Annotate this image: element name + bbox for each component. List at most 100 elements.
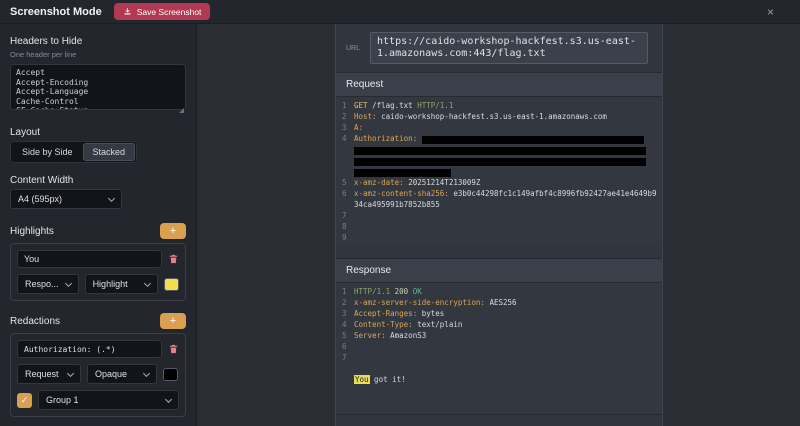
code-line [336, 363, 662, 374]
highlight-style-select[interactable]: Highlight [85, 274, 158, 294]
highlight-style-value: Highlight [93, 279, 128, 289]
line-number [336, 166, 354, 177]
highlight-color-swatch[interactable] [164, 278, 179, 291]
line-content: HTTP/1.1 200 OK [354, 286, 662, 297]
add-redaction-button[interactable]: + [160, 313, 186, 329]
line-content: x-amz-content-sha256: e3b0c44298fc1c149a… [354, 188, 662, 210]
line-number: 9 [336, 232, 354, 243]
redaction-style-select[interactable]: Opaque [87, 364, 157, 384]
code-token: Server: [354, 331, 390, 340]
code-token: 200 [395, 287, 413, 296]
line-content [354, 363, 662, 374]
code-token: Authorization: [354, 134, 422, 143]
line-number: 6 [336, 341, 354, 352]
code-token: x-amz-date: [354, 178, 408, 187]
page-title: Screenshot Mode [10, 6, 102, 18]
line-number: 3 [336, 308, 354, 319]
code-token: caido-workshop-hackfest.s3.us-east-1.ama… [381, 112, 607, 121]
line-content [354, 210, 662, 221]
line-content: x-amz-server-side-encryption: AES256 [354, 297, 662, 308]
screenshot-preview-area: URL https://caido-workshop-hackfest.s3.u… [197, 24, 800, 426]
request-section-header: Request [336, 72, 662, 97]
line-content: Host: caido-workshop-hackfest.s3.us-east… [354, 111, 662, 122]
chevron-down-icon [143, 369, 150, 376]
code-line [336, 166, 662, 177]
redaction-target-select[interactable]: Request [17, 364, 81, 384]
redaction-target-value: Request [25, 369, 59, 379]
redaction-style-value: Opaque [95, 369, 127, 379]
url-value: https://caido-workshop-hackfest.s3.us-ea… [370, 32, 648, 64]
line-content [354, 352, 662, 363]
save-screenshot-button[interactable]: Save Screenshot [114, 3, 211, 20]
code-line: 5x-amz-date: 20251214T213009Z [336, 177, 662, 188]
code-line: 1GET /flag.txt HTTP/1.1 [336, 100, 662, 111]
code-line [336, 144, 662, 155]
line-number [336, 144, 354, 155]
delete-redaction-icon[interactable] [168, 343, 179, 355]
code-token: AES256 [489, 298, 516, 307]
code-token: Content-Type: [354, 320, 417, 329]
request-code-block: 1GET /flag.txt HTTP/1.12Host: caido-work… [336, 97, 662, 246]
response-code-block: 1HTTP/1.1 200 OK2x-amz-server-side-encry… [336, 283, 662, 414]
topbar: Screenshot Mode Save Screenshot × [0, 0, 800, 24]
chevron-down-icon [67, 369, 74, 376]
line-content: GET /flag.txt HTTP/1.1 [354, 100, 662, 111]
code-token: Accept-Ranges: [354, 309, 422, 318]
code-line: 3Accept-Ranges: bytes [336, 308, 662, 319]
highlight-text-input[interactable] [17, 250, 162, 268]
response-section-header: Response [336, 258, 662, 283]
redaction-group-select[interactable]: Group 1 [38, 390, 179, 410]
code-token: Host: [354, 112, 381, 121]
content-width-label: Content Width [10, 175, 186, 186]
highlight-target-value: Respo... [25, 279, 59, 289]
line-content [354, 155, 662, 166]
code-line: 4Content-Type: text/plain [336, 319, 662, 330]
line-content [354, 144, 662, 155]
redaction-item-card: Request Opaque ✓ Group 1 [10, 333, 186, 417]
redaction-block [422, 136, 644, 144]
code-token: bytes [422, 309, 445, 318]
code-line: 6x-amz-content-sha256: e3b0c44298fc1c149… [336, 188, 662, 210]
highlight-target-select[interactable]: Respo... [17, 274, 79, 294]
settings-sidebar: Headers to Hide One header per line Acce… [0, 24, 197, 426]
code-line: 7 [336, 352, 662, 363]
redaction-pattern-input[interactable] [17, 340, 162, 358]
redaction-block [354, 147, 646, 155]
code-token: text/plain [417, 320, 462, 329]
line-content: A: [354, 122, 662, 133]
layout-segmented-control: Side by Side Stacked [10, 141, 137, 163]
line-number: 8 [336, 221, 354, 232]
chevron-down-icon [144, 279, 151, 286]
delete-highlight-icon[interactable] [168, 253, 179, 265]
save-screenshot-label: Save Screenshot [137, 7, 202, 17]
group-checkbox[interactable]: ✓ [17, 393, 32, 408]
chevron-down-icon [65, 279, 72, 286]
layout-option-side-by-side[interactable]: Side by Side [12, 143, 83, 161]
add-highlight-button[interactable]: + [160, 223, 186, 239]
line-number: 2 [336, 297, 354, 308]
line-content: You got it! [354, 374, 662, 385]
layout-option-stacked[interactable]: Stacked [83, 143, 136, 161]
headers-to-hide-label: Headers to Hide [10, 36, 186, 47]
chevron-down-icon [108, 194, 115, 201]
code-line: 3A: [336, 122, 662, 133]
code-token: HTTP/1.1 [354, 287, 395, 296]
content-width-select[interactable]: A4 (595px) [10, 189, 122, 209]
line-number [336, 155, 354, 166]
line-number: 7 [336, 210, 354, 221]
close-icon[interactable]: × [767, 6, 774, 18]
line-number [336, 374, 354, 385]
highlight-item-card: Respo... Highlight [10, 243, 186, 301]
code-line: 7 [336, 210, 662, 221]
code-token: GET [354, 101, 372, 110]
redaction-color-swatch[interactable] [163, 368, 178, 381]
headers-to-hide-textarea[interactable]: Accept Accept-Encoding Accept-Language C… [10, 64, 186, 110]
code-line: 2x-amz-server-side-encryption: AES256 [336, 297, 662, 308]
line-content: Authorization: [354, 133, 662, 144]
line-content: x-amz-date: 20251214T213009Z [354, 177, 662, 188]
bottom-divider [336, 414, 662, 426]
code-token: 20251214T213009Z [408, 178, 480, 187]
code-line: 2Host: caido-workshop-hackfest.s3.us-eas… [336, 111, 662, 122]
line-number: 7 [336, 352, 354, 363]
redaction-group-value: Group 1 [46, 395, 79, 405]
